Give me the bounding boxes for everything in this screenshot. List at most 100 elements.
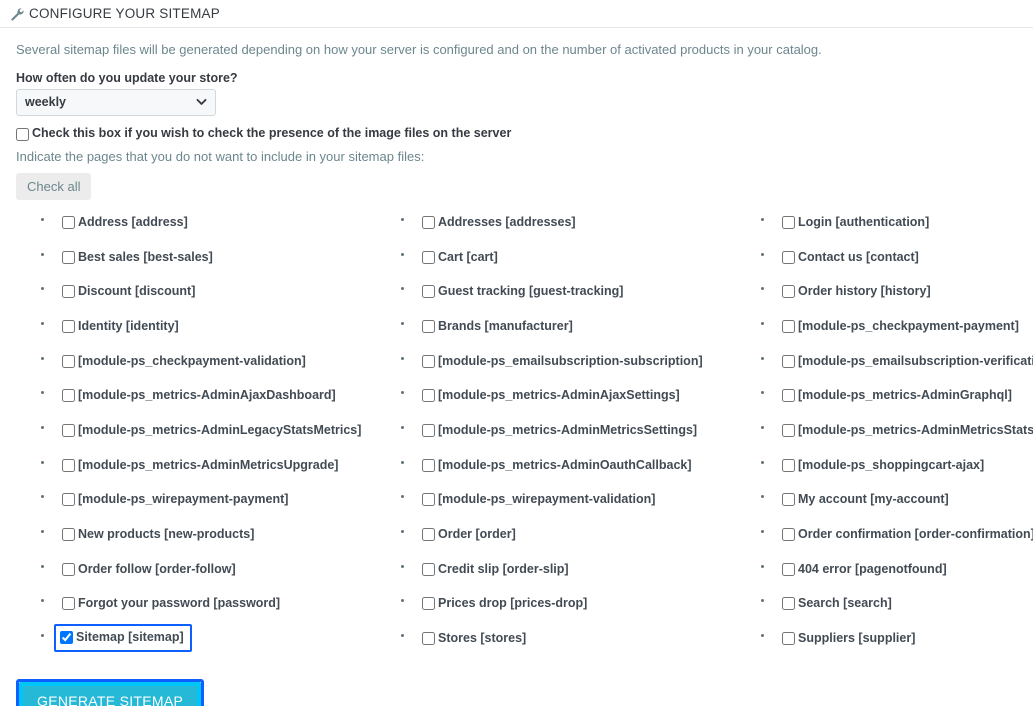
list-item: Forgot your password [password] [38, 593, 398, 628]
page-item[interactable]: [module-ps_emailsubscription-subscriptio… [418, 351, 707, 372]
page-checkbox[interactable] [422, 319, 435, 333]
page-checkbox[interactable] [422, 215, 435, 229]
page-label: [module-ps_metrics-AdminAjaxSettings] [438, 388, 680, 403]
page-item[interactable]: Discount [discount] [58, 281, 199, 302]
page-checkbox[interactable] [62, 215, 75, 229]
page-checkbox[interactable] [782, 215, 795, 229]
page-checkbox[interactable] [60, 631, 73, 645]
page-checkbox[interactable] [782, 354, 795, 368]
page-item[interactable]: [module-ps_metrics-AdminAjaxDashboard] [58, 385, 340, 406]
page-item[interactable]: Guest tracking [guest-tracking] [418, 281, 627, 302]
page-item[interactable]: Order confirmation [order-confirmation] [778, 524, 1033, 545]
page-checkbox[interactable] [62, 354, 75, 368]
page-checkbox[interactable] [422, 285, 435, 299]
page-item[interactable]: Cart [cart] [418, 247, 502, 268]
page-checkbox[interactable] [782, 562, 795, 576]
frequency-select[interactable]: weekly [16, 88, 216, 116]
page-checkbox[interactable] [782, 528, 795, 542]
page-item[interactable]: Forgot your password [password] [58, 593, 284, 614]
page-item[interactable]: [module-ps_checkpayment-validation] [58, 351, 310, 372]
configure-sitemap-panel: CONFIGURE YOUR SITEMAP Several sitemap f… [0, 0, 1033, 706]
page-item[interactable]: 404 error [pagenotfound] [778, 559, 951, 580]
page-checkbox[interactable] [62, 319, 75, 333]
page-checkbox[interactable] [422, 424, 435, 438]
page-item[interactable]: [module-ps_metrics-AdminMetricsStats] [778, 420, 1033, 441]
page-checkbox[interactable] [422, 597, 435, 611]
page-checkbox[interactable] [62, 562, 75, 576]
page-checkbox[interactable] [782, 597, 795, 611]
page-checkbox[interactable] [62, 493, 75, 507]
page-item[interactable]: [module-ps_metrics-AdminLegacyStatsMetri… [58, 420, 365, 441]
page-item-highlighted[interactable]: Sitemap [sitemap] [54, 624, 192, 653]
page-item[interactable]: Best sales [best-sales] [58, 247, 217, 268]
page-item[interactable]: Address [address] [58, 212, 192, 233]
page-checkbox[interactable] [422, 632, 435, 646]
page-item[interactable]: Order history [history] [778, 281, 935, 302]
page-label: Order history [history] [798, 284, 931, 299]
page-item[interactable]: Credit slip [order-slip] [418, 559, 573, 580]
page-item[interactable]: Order follow [order-follow] [58, 559, 240, 580]
page-checkbox[interactable] [782, 458, 795, 472]
pages-list-3: Login [authentication] Contact us [contac… [758, 212, 1033, 663]
panel-header: CONFIGURE YOUR SITEMAP [0, 0, 1033, 28]
page-checkbox[interactable] [62, 528, 75, 542]
page-item[interactable]: [module-ps_shoppingcart-ajax] [778, 455, 988, 476]
page-checkbox[interactable] [62, 597, 75, 611]
page-checkbox[interactable] [422, 493, 435, 507]
page-label: Address [address] [78, 214, 188, 229]
image-files-checkbox[interactable] [16, 127, 29, 141]
page-item[interactable]: Addresses [addresses] [418, 212, 580, 233]
page-item[interactable]: [module-ps_metrics-AdminOauthCallback] [418, 455, 696, 476]
check-all-button[interactable]: Check all [16, 172, 92, 200]
page-item[interactable]: [module-ps_metrics-AdminAjaxSettings] [418, 385, 684, 406]
page-label: Order confirmation [order-confirmation] [798, 527, 1033, 542]
list-item: [module-ps_metrics-AdminMetricsStats] [758, 420, 1033, 455]
page-checkbox[interactable] [422, 528, 435, 542]
image-files-check-row[interactable]: Check this box if you wish to check the … [16, 126, 1017, 141]
page-item[interactable]: Order [order] [418, 524, 520, 545]
page-item[interactable]: Contact us [contact] [778, 247, 923, 268]
page-checkbox[interactable] [62, 389, 75, 403]
page-label: [module-ps_metrics-AdminMetricsUpgrade] [78, 457, 339, 472]
page-checkbox[interactable] [62, 458, 75, 472]
list-item: Contact us [contact] [758, 247, 1033, 282]
page-label: [module-ps_metrics-AdminAjaxDashboard] [78, 388, 336, 403]
page-label: Sitemap [sitemap] [76, 630, 184, 645]
page-checkbox[interactable] [62, 285, 75, 299]
page-item[interactable]: [module-ps_metrics-AdminGraphql] [778, 385, 1016, 406]
page-checkbox[interactable] [782, 285, 795, 299]
page-item[interactable]: Suppliers [supplier] [778, 628, 919, 649]
page-item[interactable]: [module-ps_emailsubscription-verificatio… [778, 351, 1033, 372]
page-checkbox[interactable] [422, 389, 435, 403]
page-checkbox[interactable] [782, 493, 795, 507]
page-item[interactable]: [module-ps_metrics-AdminMetricsUpgrade] [58, 455, 342, 476]
page-item[interactable]: Stores [stores] [418, 628, 530, 649]
page-checkbox[interactable] [782, 319, 795, 333]
page-checkbox[interactable] [782, 424, 795, 438]
page-item[interactable]: [module-ps_wirepayment-validation] [418, 489, 659, 510]
page-item[interactable]: Search [search] [778, 593, 896, 614]
list-item: [module-ps_shoppingcart-ajax] [758, 455, 1033, 490]
page-item[interactable]: [module-ps_wirepayment-payment] [58, 489, 292, 510]
page-item[interactable]: My account [my-account] [778, 489, 953, 510]
page-checkbox[interactable] [62, 424, 75, 438]
generate-sitemap-button[interactable]: GENERATE SITEMAP [19, 681, 202, 706]
page-item[interactable]: New products [new-products] [58, 524, 258, 545]
page-checkbox[interactable] [782, 389, 795, 403]
page-item[interactable]: Prices drop [prices-drop] [418, 593, 591, 614]
page-checkbox[interactable] [422, 458, 435, 472]
page-checkbox[interactable] [422, 250, 435, 264]
list-item: Suppliers [supplier] [758, 628, 1033, 663]
page-checkbox[interactable] [422, 562, 435, 576]
page-item[interactable]: Brands [manufacturer] [418, 316, 577, 337]
page-checkbox[interactable] [422, 354, 435, 368]
page-checkbox[interactable] [62, 250, 75, 264]
page-checkbox[interactable] [782, 632, 795, 646]
page-item[interactable]: [module-ps_metrics-AdminMetricsSettings] [418, 420, 701, 441]
page-checkbox[interactable] [782, 250, 795, 264]
page-item[interactable]: Identity [identity] [58, 316, 183, 337]
pages-column-3: Login [authentication] Contact us [contac… [758, 212, 1033, 663]
page-item[interactable]: Login [authentication] [778, 212, 933, 233]
generate-sitemap-button-label: GENERATE SITEMAP [37, 692, 184, 706]
page-item[interactable]: [module-ps_checkpayment-payment] [778, 316, 1023, 337]
